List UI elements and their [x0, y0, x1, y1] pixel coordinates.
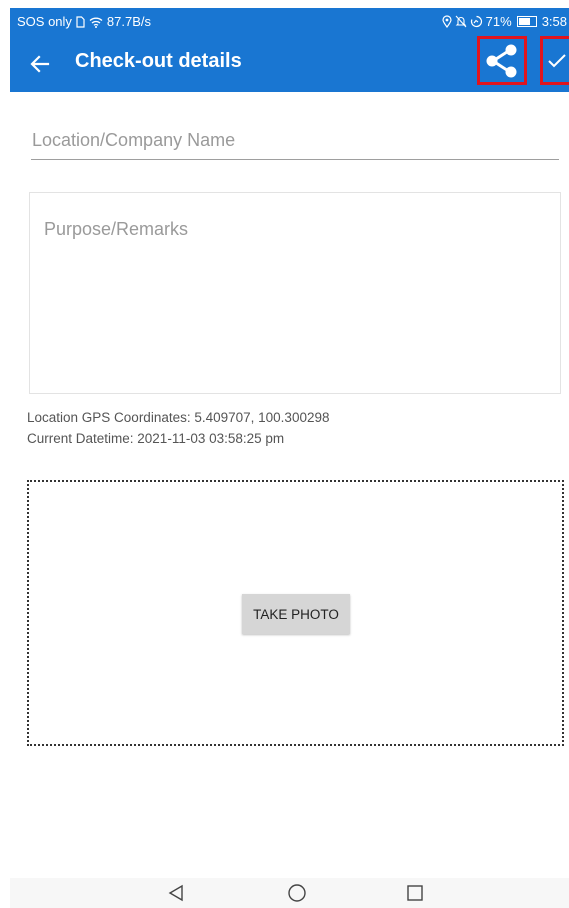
share-icon	[486, 44, 517, 77]
battery-percent: 71%	[485, 14, 512, 29]
mute-icon	[455, 15, 467, 28]
nav-back-icon	[168, 884, 183, 902]
nav-recent-button[interactable]	[403, 882, 427, 904]
nav-home-button[interactable]	[285, 882, 309, 904]
back-button[interactable]	[22, 47, 58, 81]
clock: 3:58	[541, 14, 567, 29]
status-bar: SOS only 87.7B/s 71% 3:58	[10, 8, 569, 36]
wifi-icon	[89, 16, 103, 28]
battery-level-fill	[518, 18, 530, 25]
nav-home-icon	[288, 884, 306, 902]
nav-recent-icon	[407, 885, 423, 901]
location-company-input[interactable]	[31, 128, 559, 160]
checkout-screen: SOS only 87.7B/s 71% 3:58 Check-out deta…	[0, 0, 569, 908]
nav-back-button[interactable]	[164, 882, 188, 904]
status-left: SOS only 87.7B/s	[17, 14, 151, 29]
carrier-text: SOS only	[17, 14, 72, 29]
purpose-remarks-textarea[interactable]	[29, 192, 561, 394]
confirm-button[interactable]	[540, 36, 569, 85]
page-title: Check-out details	[75, 50, 242, 72]
status-right: 71% 3:58	[442, 14, 567, 29]
sim-icon	[76, 15, 85, 28]
location-icon	[442, 15, 452, 28]
network-speed: 87.7B/s	[106, 14, 152, 29]
share-button[interactable]	[477, 36, 527, 85]
back-arrow-icon	[30, 55, 50, 73]
current-datetime-text: Current Datetime: 2021-11-03 03:58:25 pm	[27, 431, 285, 446]
take-photo-button[interactable]: TAKE PHOTO	[242, 594, 350, 634]
data-saver-icon	[470, 15, 483, 28]
photo-area: TAKE PHOTO	[27, 480, 564, 746]
system-nav-bar	[10, 878, 569, 908]
battery-icon	[516, 16, 537, 27]
check-icon	[548, 53, 566, 67]
app-bar: Check-out details	[10, 36, 569, 92]
gps-coordinates-text: Location GPS Coordinates: 5.409707, 100.…	[27, 410, 330, 425]
